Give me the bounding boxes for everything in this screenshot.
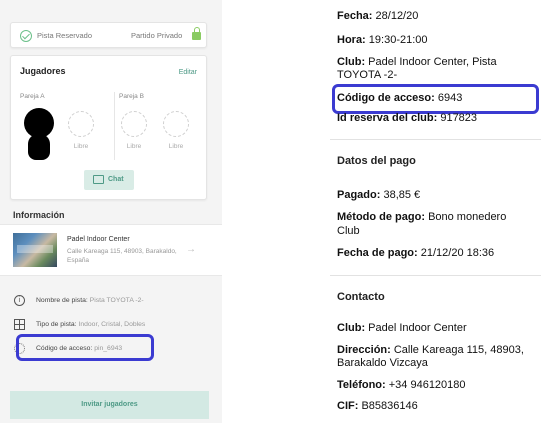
chat-button[interactable]: Chat — [84, 170, 134, 190]
pay-date-line: Fecha de pago: 21/12/20 18:36 — [337, 247, 494, 259]
lock-icon — [192, 27, 201, 40]
separator — [330, 139, 541, 140]
time-label: Hora: — [337, 34, 366, 46]
empty-slot-team-b-2[interactable] — [163, 111, 189, 137]
paid-label: Pagado: — [337, 189, 381, 201]
booking-status-card: Pista Reservado Partido Privado — [10, 22, 207, 48]
court-name-value: Pista TOYOTA -2- — [89, 297, 144, 304]
method-line: Método de pago: Bono monedero — [337, 211, 506, 223]
pay-date-value: 21/12/20 18:36 — [420, 247, 495, 259]
phone-line: Teléfono: +34 946120180 — [337, 379, 466, 391]
club-row[interactable]: Padel Indoor Center Calle Kareaga 115, 4… — [0, 224, 222, 276]
booking-screen: Pista Reservado Partido Privado Jugadore… — [0, 0, 222, 423]
info-section-title: Información — [13, 210, 65, 220]
contact-club-label: Club: — [337, 322, 366, 334]
club-value-line2: TOYOTA -2- — [337, 69, 398, 81]
time-value: 19:30-21:00 — [368, 34, 428, 46]
receipt-access-code-highlight-annotation — [332, 84, 539, 114]
address-label: Dirección: — [337, 344, 391, 356]
players-title: Jugadores — [20, 66, 66, 76]
free-slot-label: Libre — [73, 143, 89, 150]
club-address: Calle Kareaga 115, 48903, Barakaldo, Esp… — [67, 248, 177, 264]
reservation-id-value: 917823 — [440, 112, 478, 124]
method-value-line2: Club — [337, 225, 360, 237]
empty-slot-team-b-1[interactable] — [121, 111, 147, 137]
cif-label: CIF: — [337, 400, 359, 412]
invite-players-button[interactable]: Invitar jugadores — [10, 391, 209, 419]
teams-divider — [114, 92, 115, 160]
club-name: Padel Indoor Center — [67, 236, 130, 243]
chat-button-label: Chat — [108, 176, 124, 183]
phone-value: +34 946120180 — [388, 379, 466, 391]
avatar-body-shape — [28, 134, 50, 160]
date-label: Fecha: — [337, 10, 373, 22]
date-line: Fecha: 28/12/20 — [337, 10, 418, 22]
court-type-value: Indoor, Cristal, Dobles — [78, 321, 146, 328]
check-circle-icon — [20, 30, 32, 42]
club-value-line1: Padel Indoor Center, Pista — [368, 56, 497, 68]
team-a-label: Pareja A — [20, 93, 45, 100]
paid-value: 38,85 € — [383, 189, 421, 201]
method-label: Método de pago: — [337, 211, 425, 223]
payment-header: Datos del pago — [337, 155, 416, 167]
status-reserved-label: Pista Reservado — [37, 31, 93, 40]
address-value-line1: Calle Kareaga 115, 48903, — [393, 344, 524, 356]
player-avatar[interactable] — [22, 108, 56, 160]
court-type-label: Tipo de pista: — [36, 321, 77, 328]
contact-header: Contacto — [337, 291, 385, 303]
cif-value: B85836146 — [361, 400, 418, 412]
info-icon: i — [14, 295, 25, 306]
chat-bubble-icon — [93, 175, 104, 184]
paid-line: Pagado: 38,85 € — [337, 189, 420, 201]
reservation-id-label: Id reserva del club: — [337, 112, 438, 124]
players-card: Jugadores Editar Pareja A Pareja B Libre… — [10, 55, 207, 200]
address-line: Dirección: Calle Kareaga 115, 48903, — [337, 344, 524, 356]
contact-club-value: Padel Indoor Center — [368, 322, 467, 334]
court-type-row: Tipo de pista: Indoor, Cristal, Dobles — [0, 316, 222, 336]
method-value-line1: Bono monedero — [428, 211, 507, 223]
empty-slot-team-a[interactable] — [68, 111, 94, 137]
separator — [330, 275, 541, 276]
status-private-label: Partido Privado — [131, 31, 183, 40]
cif-line: CIF: B85836146 — [337, 400, 418, 412]
time-line: Hora: 19:30-21:00 — [337, 34, 428, 46]
contact-club-line: Club: Padel Indoor Center — [337, 322, 467, 334]
receipt-panel: Fecha: 28/12/20 Hora: 19:30-21:00 Club: … — [315, 0, 541, 423]
arrow-right-icon: → — [186, 244, 196, 255]
team-b-label: Pareja B — [119, 93, 144, 100]
court-name-label: Nombre de pista: — [36, 297, 88, 304]
free-slot-label: Libre — [126, 143, 142, 150]
date-value: 28/12/20 — [375, 10, 419, 22]
access-code-highlight-annotation — [16, 334, 154, 361]
pay-date-label: Fecha de pago: — [337, 247, 418, 259]
court-grid-icon — [14, 319, 25, 330]
free-slot-label: Libre — [168, 143, 184, 150]
phone-label: Teléfono: — [337, 379, 386, 391]
club-photo — [13, 233, 57, 267]
club-line: Club: Padel Indoor Center, Pista — [337, 56, 497, 68]
edit-players-link[interactable]: Editar — [179, 69, 197, 76]
club-label: Club: — [337, 56, 366, 68]
court-name-row: i Nombre de pista: Pista TOYOTA -2- — [0, 292, 222, 312]
reservation-id-line: Id reserva del club: 917823 — [337, 112, 477, 124]
address-value-line2: Barakaldo Vizcaya — [337, 357, 428, 369]
